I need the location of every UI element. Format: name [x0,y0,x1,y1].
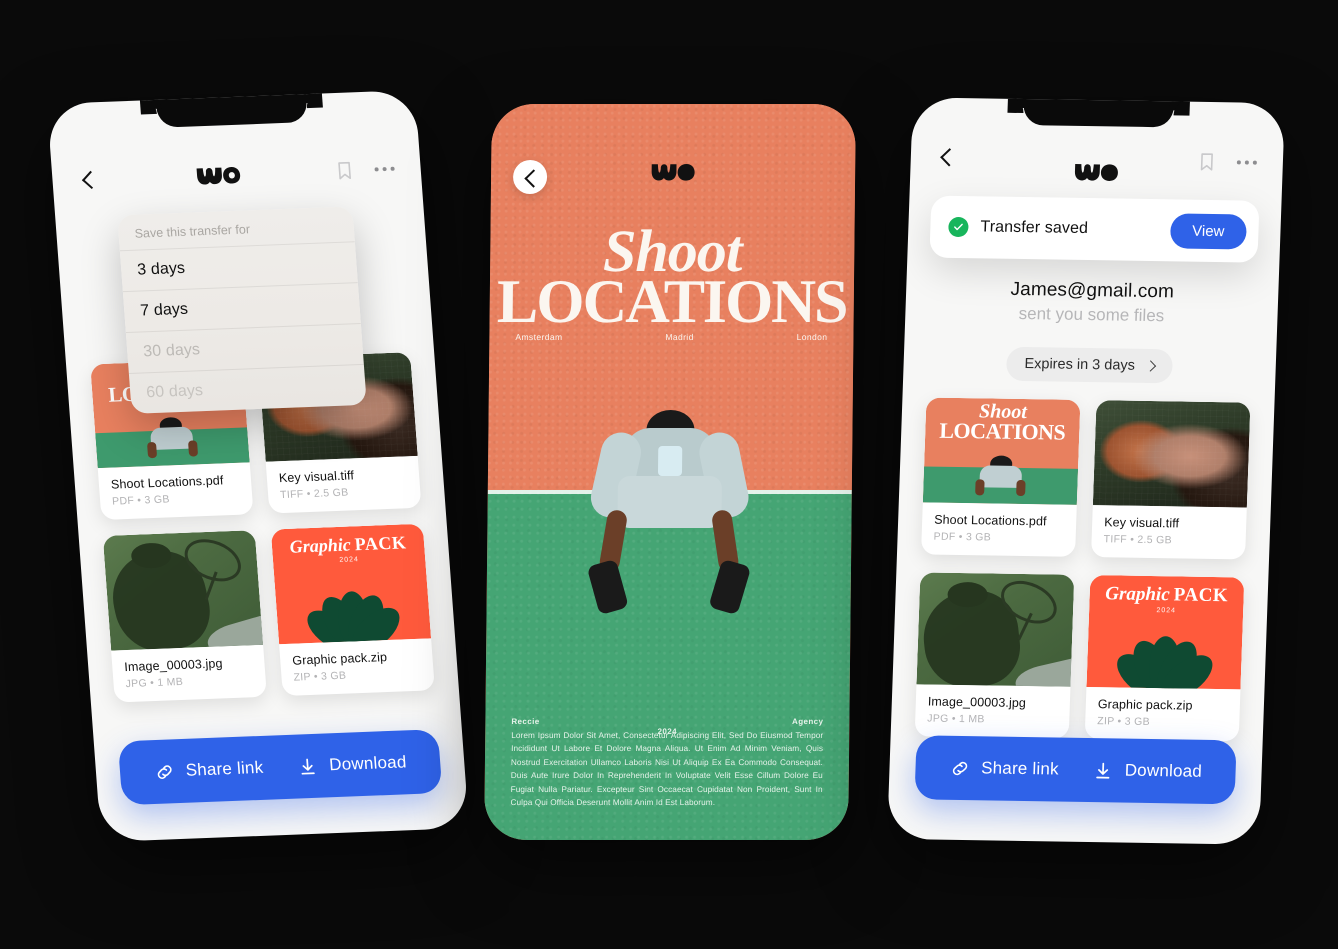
toast-message: Transfer saved [980,218,1089,238]
file-card[interactable]: Graphic PACK 2024 Graphic pack.zip ZIP •… [270,523,435,697]
view-button[interactable]: View [1169,212,1248,250]
more-dots-icon[interactable] [374,166,395,173]
screenshot-stage: Shoot LOCATIONS Shoot Locations.pdf [0,0,1338,949]
share-link-button[interactable]: Share link [949,757,1059,780]
link-icon [952,761,967,775]
city-amsterdam: Amsterdam [515,332,563,343]
file-meta: ZIP • 3 GB [1097,715,1151,728]
share-link-label: Share link [184,757,264,780]
download-icon [301,758,315,775]
file-name: Image_00003.jpg [123,656,223,675]
transfer-saved-toast: Transfer saved View [929,195,1260,263]
download-button[interactable]: Download [1092,760,1202,783]
file-thumbnail: Graphic PACK 2024 [270,523,432,645]
pack-fan-graphic [271,524,423,645]
file-grid: Shoot LOCATIONS Shoot Locations.pdf [914,397,1251,742]
city-madrid: Madrid [665,332,694,343]
file-meta: ZIP • 3 GB [293,669,347,684]
sender-info: James@gmail.com sent you some files [905,277,1279,328]
footer-left: Reccie [511,716,540,726]
file-name: Image_00003.jpg [927,694,1027,711]
file-thumbnail [916,572,1075,687]
bookmark-icon[interactable] [1199,152,1216,172]
phone-center: Shoot LOCATIONS Amsterdam Madrid London … [484,104,856,840]
back-button[interactable] [512,160,548,195]
top-bar [51,148,422,202]
we-logo [196,166,241,185]
tennis-shadow-thumb [102,530,264,651]
figure-photo [570,402,768,627]
file-name: Shoot Locations.pdf [933,512,1047,529]
phone-notch [1023,97,1175,128]
action-bar: Share link Download [117,729,443,806]
footer-year: 2024 [657,726,678,736]
chevron-right-icon [1145,360,1157,372]
share-link-label: Share link [980,758,1060,779]
download-icon [1096,762,1110,779]
file-thumbnail: Graphic PACK 2024 [1086,575,1245,690]
bookmark-icon[interactable] [336,160,353,181]
figure-silhouette [143,408,201,466]
phone-right: Transfer saved View James@gmail.com sent… [887,97,1285,845]
expiry-dropdown[interactable]: Save this transfer for 3 days 7 days 30 … [117,206,367,414]
file-card[interactable]: Image_00003.jpg JPG • 1 MB [914,572,1075,739]
figure-silhouette [973,447,1029,504]
expires-pill[interactable]: Expires in 3 days [1005,346,1174,384]
phone-notch [155,92,308,128]
poster-title-line2: LOCATIONS [496,268,847,337]
back-button[interactable] [936,147,959,169]
link-icon [157,764,172,779]
tennis-shadow-thumb [916,572,1075,687]
file-meta: PDF • 3 GB [111,493,171,508]
footer-right: Agency [792,716,824,726]
we-logo [1074,164,1118,181]
download-label: Download [328,752,408,775]
file-meta: TIFF • 2.5 GB [1103,533,1173,547]
file-name: Graphic pack.zip [1097,697,1193,713]
file-name: Key visual.tiff [278,468,355,486]
poster-thumb-title: Shoot LOCATIONS [938,400,1066,445]
pack-thumb-title: Graphic PACK 2024 [288,532,408,564]
file-meta: JPG • 1 MB [125,675,184,691]
poster-preview: Shoot LOCATIONS Amsterdam Madrid London … [484,104,856,840]
share-link-button[interactable]: Share link [153,757,264,782]
file-meta: PDF • 3 GB [933,530,992,544]
file-card[interactable]: Shoot LOCATIONS Shoot Locations.pdf [920,397,1081,557]
more-dots-icon[interactable] [1236,159,1257,165]
city-london: London [796,332,828,343]
file-name: Graphic pack.zip [291,650,388,668]
phone-left: Shoot LOCATIONS Shoot Locations.pdf [46,89,470,843]
we-logo [651,164,695,181]
download-label: Download [1124,760,1203,781]
action-bar: Share link Download [914,735,1237,805]
graphic-pack-thumb: Graphic PACK 2024 [270,523,432,645]
sender-subtitle: sent you some files [1018,303,1165,326]
graphic-pack-thumb: Graphic PACK 2024 [1086,575,1245,690]
file-thumbnail: Shoot LOCATIONS [922,397,1081,505]
file-name: Shoot Locations.pdf [110,473,224,492]
file-meta: TIFF • 2.5 GB [279,486,349,502]
check-circle-icon [948,216,969,238]
file-thumbnail [1092,400,1251,508]
expires-label: Expires in 3 days [1024,356,1136,374]
pack-thumb-title: Graphic PACK 2024 [1104,583,1229,615]
back-button[interactable] [78,169,102,192]
file-card[interactable]: Graphic PACK 2024 Graphic pack.zip ZIP •… [1084,575,1245,742]
download-button[interactable]: Download [297,752,408,777]
file-name: Key visual.tiff [1103,515,1180,531]
file-card[interactable]: Image_00003.jpg JPG • 1 MB [102,530,267,703]
sender-email: James@gmail.com [1010,278,1175,303]
pack-fan-graphic [1090,575,1244,690]
footer-body-text: Lorem Ipsum Dolor Sit Amet, Consectetur … [510,730,824,808]
poster-title: Shoot LOCATIONS [489,218,854,337]
poster-cities: Amsterdam Madrid London [489,332,853,342]
file-card[interactable]: Key visual.tiff TIFF • 2.5 GB [1090,400,1251,560]
chevron-left-icon [521,168,539,186]
file-meta: JPG • 1 MB [927,712,985,726]
poster-thumb: Shoot LOCATIONS [922,397,1081,505]
file-thumbnail [102,530,264,651]
faces-photo-thumb [1092,400,1251,508]
